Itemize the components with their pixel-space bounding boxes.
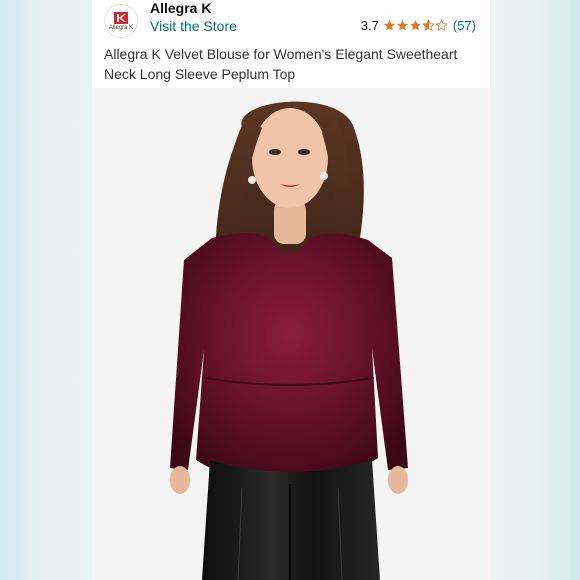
star-full-icon — [396, 20, 408, 31]
product-title: Allegra K Velvet Blouse for Women's Eleg… — [104, 46, 458, 82]
product-image[interactable] — [92, 88, 490, 580]
rating-summary[interactable]: 3.7 (57) — [361, 18, 476, 33]
rating-value: 3.7 — [360, 18, 379, 33]
review-count-link[interactable]: (57) — [453, 18, 476, 33]
logo-text: Allegra K — [108, 24, 134, 31]
product-card: Allegra K Allegra K Visit the Store 3.7 … — [92, 0, 490, 580]
brand-logo[interactable]: Allegra K — [104, 4, 138, 38]
allegra-k-logo-icon — [114, 11, 128, 24]
star-rating — [383, 19, 448, 32]
visit-store-link[interactable]: Visit the Store — [150, 18, 237, 34]
star-empty-icon — [434, 19, 448, 32]
brand-name: Allegra K — [150, 0, 212, 16]
star-full-icon — [383, 20, 395, 31]
model-photo-illustration — [92, 88, 490, 580]
product-header: Allegra K Allegra K Visit the Store 3.7 … — [92, 0, 490, 88]
star-full-icon — [409, 20, 421, 31]
star-half-icon — [421, 19, 435, 32]
